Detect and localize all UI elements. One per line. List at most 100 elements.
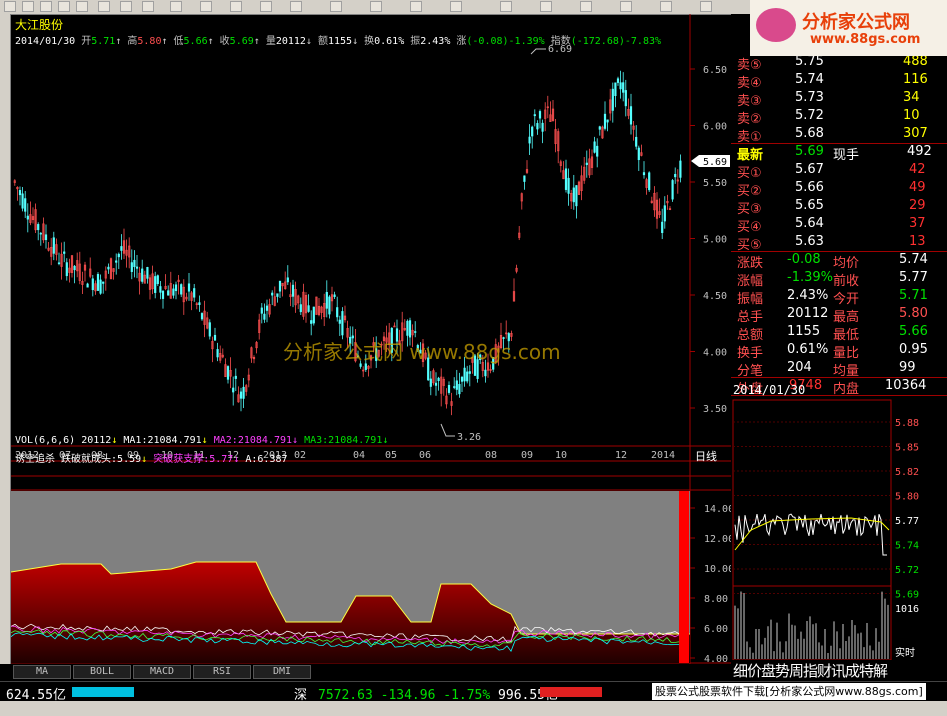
toolbar-button[interactable] (540, 1, 552, 12)
status-right-bar (540, 687, 602, 697)
current-hand-value: 492 (907, 144, 932, 159)
toolbar-button[interactable] (40, 1, 52, 12)
high-value: 5.80 (137, 36, 162, 47)
right-tabs[interactable]: 细价盘势周指财讯成特解 (733, 660, 947, 678)
toolbar-button[interactable] (4, 1, 16, 12)
stat-label: 涨幅 (737, 274, 764, 289)
candle-body (414, 331, 417, 333)
high-label: 高 (127, 36, 138, 47)
toolbar-button[interactable] (58, 1, 70, 12)
toolbar-button[interactable] (200, 1, 212, 12)
candle-body (572, 187, 575, 203)
current-price-label: 5.69 (703, 157, 727, 168)
watermark: 分析家公式网 www.88gs.com (283, 340, 561, 364)
breakout-label: 突破获支撑:5.77 (153, 454, 234, 465)
tab-dmi[interactable]: DMI (253, 665, 311, 679)
toolbar-button[interactable] (142, 1, 154, 12)
toolbar-button[interactable] (120, 1, 132, 12)
stat-label: 换手 (737, 346, 764, 361)
intraday-axis-label: 5.88 (895, 418, 919, 429)
toolbar-button[interactable] (330, 1, 342, 12)
candle-body (161, 290, 165, 299)
candle-body (333, 294, 336, 297)
intraday-axis-label: 5.77 (895, 516, 919, 527)
toolbar-button[interactable] (370, 1, 382, 12)
candle-body (208, 322, 211, 337)
toolbar-button[interactable] (660, 1, 672, 12)
volume-label: 量 (265, 36, 276, 47)
candle-body (629, 106, 633, 125)
candle-body (661, 221, 664, 233)
stat-label: 振幅 (737, 292, 764, 307)
stat-value: 99 (899, 360, 916, 375)
intraday-frame (732, 399, 892, 587)
toolbar-button[interactable] (500, 1, 512, 12)
toolbar-button[interactable] (410, 1, 422, 12)
main-chart-area[interactable]: 6.69 3.26 6.50 6.00 5.50 5.00 4.50 4.00 3.50 5.6… (11, 14, 731, 664)
logo: 分析家公式网 www.88gs.com (750, 0, 947, 56)
amount-value: 1155 (327, 36, 353, 47)
candle-body (437, 377, 440, 382)
quote-row: 卖⑤ 5.75 488 (733, 54, 929, 73)
buy-level-label: 买③ (737, 202, 762, 217)
status-ad[interactable]: 股票公式股票软件下载[分析家公式网www.88gs.com] (652, 683, 926, 700)
left-scroll-strip[interactable] (0, 14, 11, 664)
logo-text: 分析家公式网 (802, 12, 910, 33)
date-axis-label: 09 (521, 450, 533, 461)
candle-body (585, 162, 588, 166)
candle-body (96, 274, 100, 291)
indicator-info-line: 诱空追杀 跌破就成头:5.59↓ 突破获支撑:5.77↓ A:6.387 (15, 454, 288, 465)
candle-body (232, 387, 235, 393)
candle-body (434, 382, 438, 386)
candle-body (447, 385, 451, 393)
stat-value: 5.71 (899, 288, 928, 303)
toolbar-button[interactable] (620, 1, 632, 12)
candle-body (567, 177, 570, 194)
date-axis-label: 04 (353, 450, 365, 461)
toolbar-button[interactable] (580, 1, 592, 12)
candle-body (265, 305, 269, 311)
toolbar-button[interactable] (230, 1, 242, 12)
candle-body (107, 266, 110, 270)
latest-price: 5.69 (795, 144, 824, 159)
candle-body (325, 292, 328, 309)
toolbar-button[interactable] (290, 1, 302, 12)
toolbar-button[interactable] (22, 1, 34, 12)
toolbar-button[interactable] (170, 1, 182, 12)
buy-level-label: 买① (737, 166, 762, 181)
buy-volume: 37 (909, 216, 926, 231)
period-label[interactable]: 日线 (695, 448, 717, 464)
index-label: 指数 (550, 36, 571, 47)
candle-body (37, 224, 40, 231)
trough-marker (440, 423, 455, 437)
indicator-axis-label: 12.00 (704, 534, 731, 545)
candle-body (135, 266, 139, 269)
stat-value: 204 (787, 360, 812, 375)
sell-price: 5.68 (795, 126, 824, 141)
candle-body (102, 281, 105, 284)
indicator-axis-label: 6.00 (704, 624, 728, 635)
candle-body (533, 114, 536, 117)
toolbar-button[interactable] (76, 1, 88, 12)
toolbar-button[interactable] (450, 1, 462, 12)
candle-body (57, 262, 61, 265)
sell-price: 5.75 (795, 54, 824, 69)
stat-value: -0.08 (787, 252, 821, 267)
tab-ma[interactable]: MA (13, 665, 71, 679)
intraday-volume-max: 1016 (895, 604, 919, 615)
vol-label: VOL(6,6,6) 20112 (15, 435, 112, 446)
status-bar: 624.55亿 深 7572.63 -134.96 -1.75% 996.55亿… (0, 681, 947, 703)
candle-body (637, 147, 640, 161)
toolbar-button[interactable] (98, 1, 110, 12)
buy-price: 5.63 (795, 234, 824, 249)
tab-boll[interactable]: BOLL (73, 665, 131, 679)
price-axis-label: 4.50 (703, 291, 727, 302)
tab-rsi[interactable]: RSI (193, 665, 251, 679)
candle-body (622, 82, 625, 93)
toolbar-button[interactable] (260, 1, 272, 12)
tab-macd[interactable]: MACD (133, 665, 191, 679)
sell-price: 5.72 (795, 108, 824, 123)
candle-body (242, 386, 245, 399)
toolbar-button[interactable] (700, 1, 712, 12)
candle-body (180, 284, 183, 295)
